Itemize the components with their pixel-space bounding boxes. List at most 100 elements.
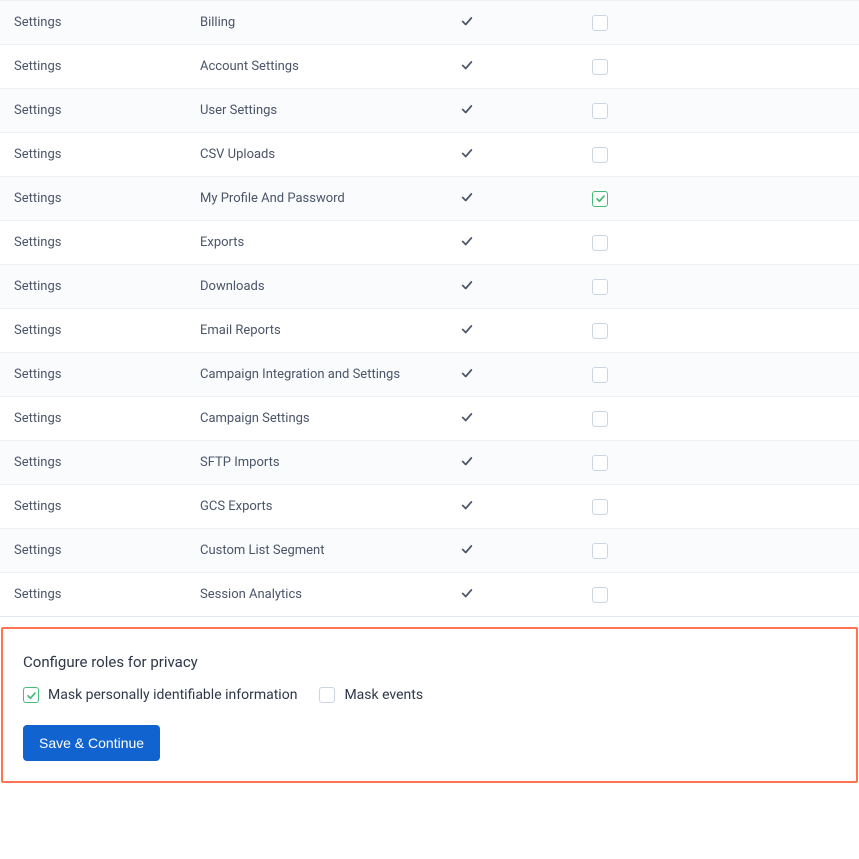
enabled-cell [450, 146, 580, 164]
check-icon [460, 58, 474, 76]
table-row: SettingsUser Settings [0, 88, 859, 132]
row-checkbox[interactable] [592, 15, 608, 31]
privacy-option[interactable]: Mask events [319, 687, 423, 703]
row-checkbox[interactable] [592, 411, 608, 427]
row-name: My Profile And Password [200, 191, 450, 206]
row-name: Exports [200, 235, 450, 250]
select-cell [580, 235, 710, 251]
row-name: SFTP Imports [200, 455, 450, 470]
enabled-cell [450, 322, 580, 340]
select-cell [580, 59, 710, 75]
row-category: Settings [0, 499, 200, 514]
enabled-cell [450, 586, 580, 604]
check-icon [460, 146, 474, 164]
privacy-options: Mask personally identifiable information… [23, 687, 836, 703]
row-checkbox[interactable] [592, 499, 608, 515]
table-row: SettingsCampaign Integration and Setting… [0, 352, 859, 396]
row-category: Settings [0, 455, 200, 470]
check-icon [460, 14, 474, 32]
enabled-cell [450, 190, 580, 208]
check-icon [460, 234, 474, 252]
row-checkbox[interactable] [592, 191, 608, 207]
check-icon [460, 102, 474, 120]
select-cell [580, 147, 710, 163]
row-category: Settings [0, 147, 200, 162]
row-category: Settings [0, 235, 200, 250]
row-checkbox[interactable] [592, 103, 608, 119]
table-row: SettingsSFTP Imports [0, 440, 859, 484]
check-icon [460, 454, 474, 472]
select-cell [580, 367, 710, 383]
row-checkbox[interactable] [592, 235, 608, 251]
row-name: Campaign Settings [200, 411, 450, 426]
select-cell [580, 587, 710, 603]
enabled-cell [450, 14, 580, 32]
privacy-option[interactable]: Mask personally identifiable information [23, 687, 297, 703]
select-cell [580, 455, 710, 471]
save-continue-button[interactable]: Save & Continue [23, 725, 160, 761]
privacy-checkbox[interactable] [319, 687, 335, 703]
check-icon [460, 190, 474, 208]
row-category: Settings [0, 103, 200, 118]
table-row: SettingsBilling [0, 0, 859, 44]
table-row: SettingsCampaign Settings [0, 396, 859, 440]
row-name: Downloads [200, 279, 450, 294]
table-row: SettingsMy Profile And Password [0, 176, 859, 220]
check-icon [460, 366, 474, 384]
privacy-option-label: Mask events [344, 687, 423, 703]
row-name: User Settings [200, 103, 450, 118]
row-checkbox[interactable] [592, 147, 608, 163]
row-category: Settings [0, 323, 200, 338]
row-name: Session Analytics [200, 587, 450, 602]
select-cell [580, 499, 710, 515]
row-category: Settings [0, 587, 200, 602]
enabled-cell [450, 454, 580, 472]
privacy-title: Configure roles for privacy [23, 653, 836, 671]
table-row: SettingsAccount Settings [0, 44, 859, 88]
select-cell [580, 15, 710, 31]
row-name: Account Settings [200, 59, 450, 74]
row-checkbox[interactable] [592, 367, 608, 383]
row-name: CSV Uploads [200, 147, 450, 162]
row-checkbox[interactable] [592, 279, 608, 295]
enabled-cell [450, 366, 580, 384]
select-cell [580, 191, 710, 207]
select-cell [580, 279, 710, 295]
enabled-cell [450, 410, 580, 428]
table-row: SettingsCSV Uploads [0, 132, 859, 176]
check-icon [460, 498, 474, 516]
privacy-checkbox[interactable] [23, 687, 39, 703]
select-cell [580, 543, 710, 559]
check-icon [460, 410, 474, 428]
enabled-cell [450, 234, 580, 252]
row-name: Billing [200, 15, 450, 30]
row-category: Settings [0, 543, 200, 558]
table-row: SettingsEmail Reports [0, 308, 859, 352]
check-icon [460, 542, 474, 560]
table-row: SettingsSession Analytics [0, 572, 859, 616]
row-checkbox[interactable] [592, 59, 608, 75]
permissions-table: SettingsBillingSettingsAccount SettingsS… [0, 0, 859, 617]
row-category: Settings [0, 59, 200, 74]
enabled-cell [450, 542, 580, 560]
privacy-option-label: Mask personally identifiable information [48, 687, 297, 703]
enabled-cell [450, 498, 580, 516]
row-checkbox[interactable] [592, 323, 608, 339]
row-checkbox[interactable] [592, 587, 608, 603]
privacy-section: Configure roles for privacy Mask persona… [1, 627, 858, 783]
row-category: Settings [0, 411, 200, 426]
table-row: SettingsDownloads [0, 264, 859, 308]
table-row: SettingsExports [0, 220, 859, 264]
row-category: Settings [0, 191, 200, 206]
select-cell [580, 323, 710, 339]
row-category: Settings [0, 279, 200, 294]
row-checkbox[interactable] [592, 543, 608, 559]
select-cell [580, 411, 710, 427]
table-row: SettingsGCS Exports [0, 484, 859, 528]
row-category: Settings [0, 367, 200, 382]
table-row: SettingsCustom List Segment [0, 528, 859, 572]
check-icon [460, 586, 474, 604]
enabled-cell [450, 278, 580, 296]
select-cell [580, 103, 710, 119]
row-checkbox[interactable] [592, 455, 608, 471]
